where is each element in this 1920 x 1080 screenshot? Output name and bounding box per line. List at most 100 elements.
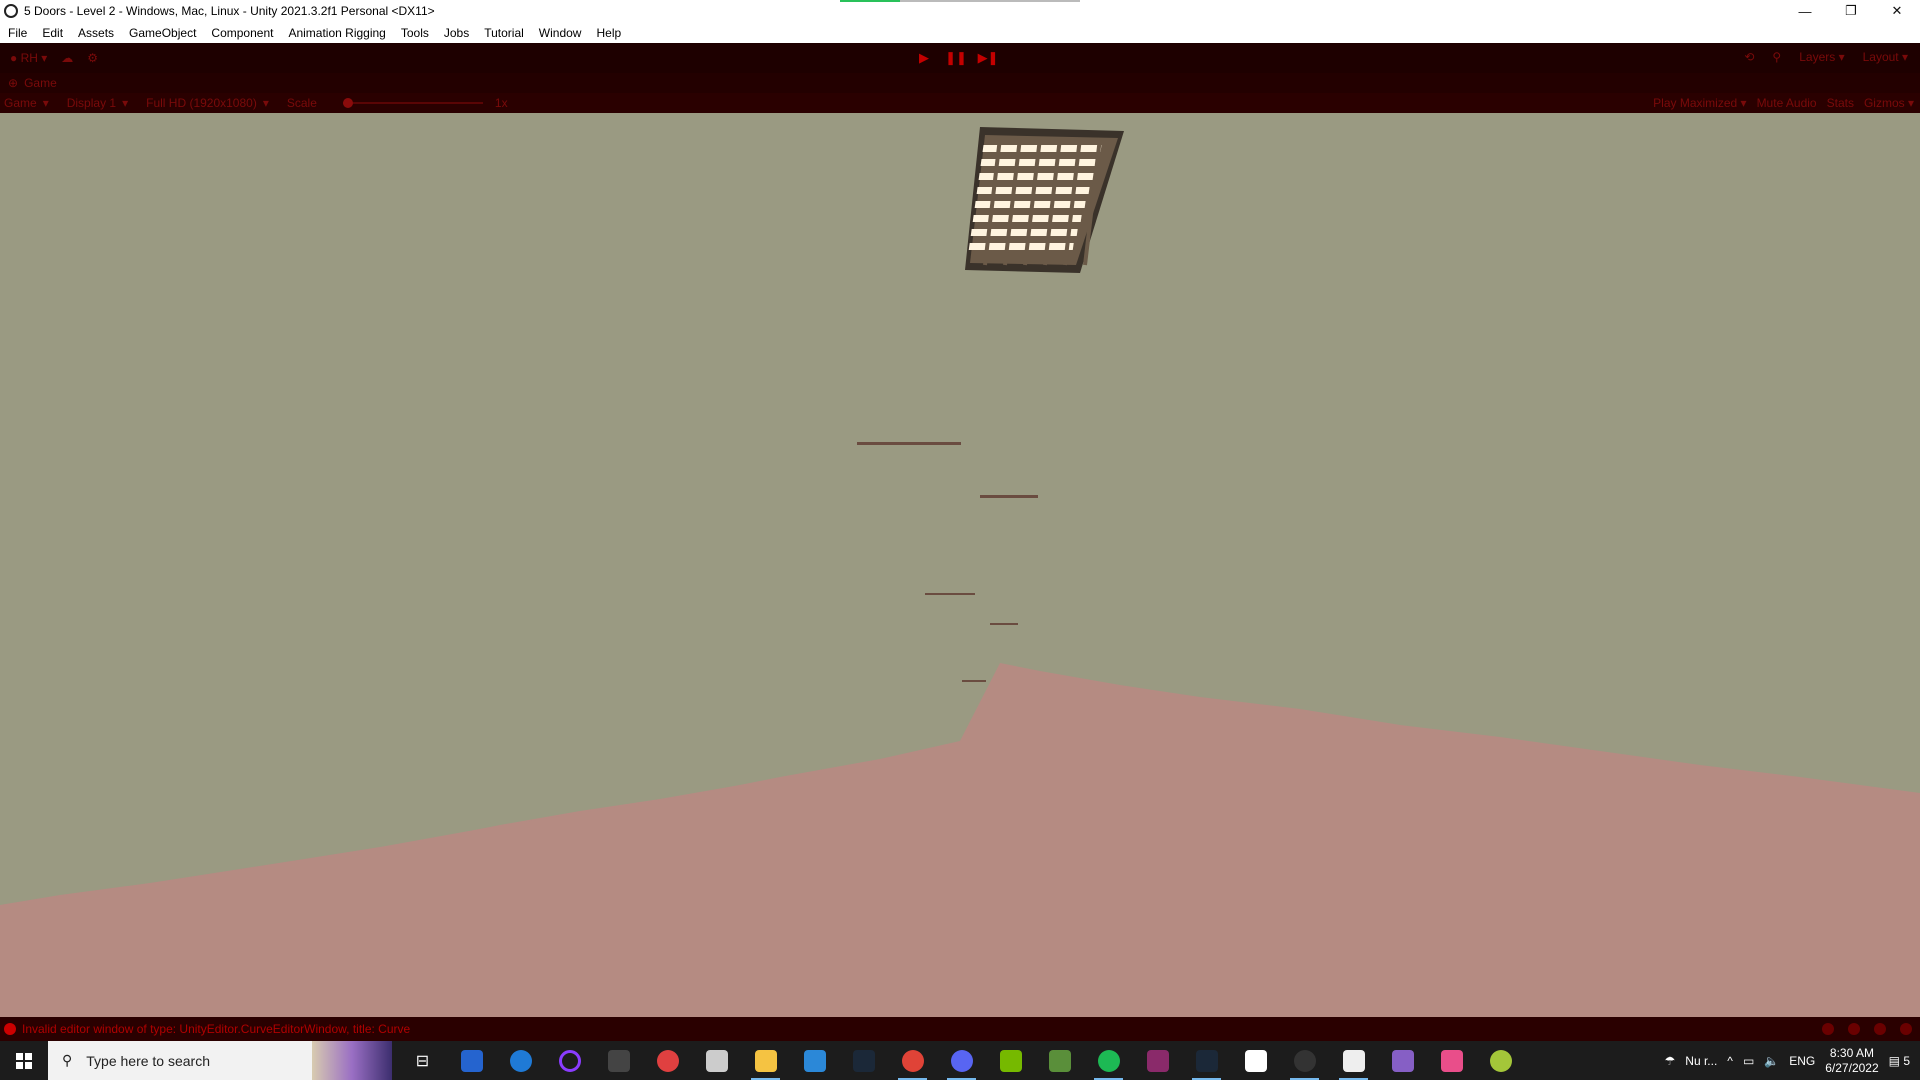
chevron-up-icon[interactable]: ^	[1727, 1054, 1733, 1068]
tab-game[interactable]: ⊕ Game	[0, 73, 1920, 93]
menu-tools[interactable]: Tools	[393, 26, 436, 40]
view-mode-label: Game	[4, 96, 37, 110]
cortana-icon[interactable]	[545, 1041, 594, 1080]
collab-icon[interactable]: ⚙	[87, 51, 98, 65]
clock-time: 8:30 AM	[1829, 1045, 1874, 1060]
resolution-label: Full HD (1920x1080)	[146, 96, 257, 110]
game-view-toolbar: Game ▾ Display 1 ▾ Full HD (1920x1080) ▾ Sc…	[0, 93, 1920, 113]
task-view-icon[interactable]: ⊟	[398, 1041, 447, 1080]
nvidia-icon[interactable]	[986, 1041, 1035, 1080]
menu-gameobject[interactable]: GameObject	[121, 26, 203, 40]
todo-icon[interactable]	[447, 1041, 496, 1080]
search-placeholder: Type here to search	[86, 1052, 211, 1069]
layout-dropdown[interactable]: Layout ▾	[1863, 50, 1908, 64]
play-maximized-dropdown[interactable]: Play Maximized ▾	[1653, 96, 1746, 110]
settings-icon[interactable]	[1874, 1023, 1886, 1035]
menu-tutorial[interactable]: Tutorial	[476, 26, 531, 40]
minimize-button[interactable]: —	[1782, 0, 1828, 22]
unity-icon[interactable]	[1329, 1041, 1378, 1080]
volume-icon[interactable]: 🔈	[1764, 1054, 1779, 1068]
search-icon[interactable]: ⚲	[1772, 50, 1781, 64]
unity-logo-icon	[4, 4, 18, 18]
weather-text[interactable]: Nu r...	[1685, 1054, 1717, 1068]
chrome-icon[interactable]	[888, 1041, 937, 1080]
display-label: Display 1	[66, 96, 117, 110]
system-tray: ☂ Nu r... ^ ▭ 🔈 ENG 8:30 AM 6/27/2022 ▤ …	[1665, 1041, 1920, 1080]
menu-edit[interactable]: Edit	[34, 26, 70, 40]
scale-slider-handle[interactable]	[342, 98, 353, 108]
weather-icon[interactable]: ☂	[1665, 1054, 1676, 1068]
language-indicator[interactable]: ENG	[1789, 1054, 1815, 1068]
steam-2-icon[interactable]	[1182, 1041, 1231, 1080]
spotify-icon[interactable]	[1084, 1041, 1133, 1080]
mute-audio-toggle[interactable]: Mute Audio	[1757, 96, 1817, 110]
menu-component[interactable]: Component	[203, 26, 280, 40]
resolution-dropdown[interactable]: Full HD (1920x1080) ▾	[146, 96, 269, 110]
error-icon	[4, 1023, 16, 1035]
console-status-bar[interactable]: Invalid editor window of type: UnityEdit…	[0, 1017, 1920, 1041]
ea-icon[interactable]	[643, 1041, 692, 1080]
menu-animation-rigging[interactable]: Animation Rigging	[280, 26, 392, 40]
account-label: RH	[20, 51, 38, 65]
step-button[interactable]: ▶❚	[978, 49, 999, 67]
file-explorer-icon[interactable]	[741, 1041, 790, 1080]
window-title: 5 Doors - Level 2 - Windows, Mac, Linux …	[24, 4, 435, 18]
close-button[interactable]: ✕	[1874, 0, 1920, 22]
layers-dropdown[interactable]: Layers ▾	[1799, 50, 1844, 64]
menu-assets[interactable]: Assets	[70, 26, 121, 40]
debug-icon[interactable]	[1848, 1023, 1860, 1035]
steam-icon[interactable]	[839, 1041, 888, 1080]
printer-icon[interactable]	[692, 1041, 741, 1080]
minecraft-icon[interactable]	[1035, 1041, 1084, 1080]
ceiling-light	[965, 127, 1124, 273]
floor-terrain-main	[0, 663, 1920, 1017]
menu-window[interactable]: Window	[531, 26, 589, 40]
display-dropdown[interactable]: Display 1 ▾	[67, 96, 128, 110]
stats-toggle[interactable]: Stats	[1827, 96, 1854, 110]
layers-label: Layers	[1799, 50, 1836, 64]
winrar-icon[interactable]	[1133, 1041, 1182, 1080]
bug-icon[interactable]	[1822, 1023, 1834, 1035]
visual-studio-icon[interactable]	[1378, 1041, 1427, 1080]
gizmos-label: Gizmos	[1863, 96, 1905, 110]
play-button[interactable]: ▶	[915, 49, 933, 67]
clock[interactable]: 8:30 AM 6/27/2022	[1825, 1046, 1878, 1076]
menu-file[interactable]: File	[0, 26, 34, 40]
menu-help[interactable]: Help	[588, 26, 628, 40]
tab-game-label: Game	[24, 76, 57, 90]
chevron-down-icon: ▾	[122, 96, 129, 110]
chevron-down-icon: ▾	[262, 96, 269, 110]
game-app-icon[interactable]	[594, 1041, 643, 1080]
status-icon[interactable]	[1900, 1023, 1912, 1035]
search-highlight-image	[312, 1041, 392, 1080]
window-titlebar: 5 Doors - Level 2 - Windows, Mac, Linux …	[0, 0, 1920, 22]
taskbar-search-input[interactable]: ⚲ Type here to search	[48, 1041, 392, 1080]
discord-icon[interactable]	[937, 1041, 986, 1080]
chevron-down-icon: ▾	[42, 96, 49, 110]
notion-icon[interactable]	[1231, 1041, 1280, 1080]
console-message: Invalid editor window of type: UnityEdit…	[22, 1022, 411, 1036]
scale-value: 1x	[494, 96, 508, 110]
obs-icon[interactable]	[1280, 1041, 1329, 1080]
menu-jobs[interactable]: Jobs	[436, 26, 476, 40]
scale-slider[interactable]	[342, 98, 483, 108]
notifications-icon[interactable]: ▤ 5	[1889, 1054, 1910, 1068]
gallery-app-icon[interactable]	[1427, 1041, 1476, 1080]
account-dropdown[interactable]: ● RH ▾	[10, 51, 47, 65]
play-maximized-label: Play Maximized	[1653, 96, 1738, 110]
gamepad-icon: ⊕	[8, 76, 19, 90]
restore-button[interactable]: ❐	[1828, 0, 1874, 22]
mail-icon[interactable]	[790, 1041, 839, 1080]
windows-start-icon[interactable]	[0, 1041, 48, 1080]
pause-button[interactable]: ❚❚	[945, 49, 967, 67]
scale-label: Scale	[286, 96, 317, 110]
game-viewport[interactable]	[0, 113, 1920, 1017]
history-icon[interactable]: ⟲	[1744, 50, 1754, 64]
gizmos-dropdown[interactable]: Gizmos ▾	[1864, 96, 1914, 110]
android-app-icon[interactable]	[1476, 1041, 1525, 1080]
spiral-app-icon[interactable]	[496, 1041, 545, 1080]
layout-label: Layout	[1862, 50, 1899, 64]
view-mode-dropdown[interactable]: Game ▾	[4, 96, 49, 110]
cloud-icon[interactable]: ☁	[61, 51, 73, 65]
network-icon[interactable]: ▭	[1743, 1054, 1754, 1068]
